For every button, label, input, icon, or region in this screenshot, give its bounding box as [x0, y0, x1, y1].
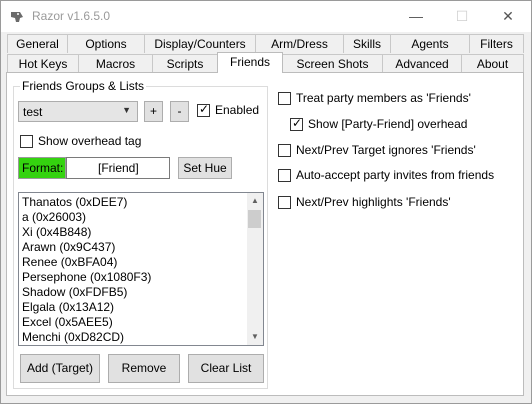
tab-friends[interactable]: Friends: [217, 52, 283, 73]
scroll-down-icon[interactable]: ▼: [247, 329, 263, 345]
list-item[interactable]: Persephone (0x1080F3): [22, 270, 151, 284]
tab-skills[interactable]: Skills: [343, 34, 391, 53]
next-prev-target-label: Next/Prev Target ignores 'Friends': [296, 143, 476, 157]
list-item[interactable]: Excel (0x5AEE5): [22, 315, 113, 329]
close-icon[interactable]: ✕: [485, 1, 531, 32]
tab-screen-shots[interactable]: Screen Shots: [282, 54, 383, 73]
tab-arm-dress[interactable]: Arm/Dress: [255, 34, 344, 53]
remove-friend-button[interactable]: Remove: [108, 354, 180, 383]
remove-group-button[interactable]: -: [170, 101, 189, 122]
treat-party-label: Treat party members as 'Friends': [296, 91, 471, 105]
list-item[interactable]: Renee (0xBFA04): [22, 255, 117, 269]
next-prev-target-checkbox[interactable]: [278, 144, 291, 157]
enabled-checkbox[interactable]: ✓: [197, 102, 210, 117]
tab-hot-keys[interactable]: Hot Keys: [7, 54, 79, 73]
list-item[interactable]: Arawn (0x9C437): [22, 240, 115, 254]
list-item[interactable]: Thanatos (0xDEE7): [22, 195, 127, 209]
show-party-overhead-label: Show [Party-Friend] overhead: [308, 117, 468, 131]
razor-app-icon: [11, 12, 23, 22]
list-item[interactable]: Shadow (0xFDFB5): [22, 285, 127, 299]
maximize-icon[interactable]: ☐: [439, 1, 485, 32]
auto-accept-label: Auto-accept party invites from friends: [296, 168, 495, 182]
clear-list-button[interactable]: Clear List: [188, 354, 264, 383]
tab-general[interactable]: General: [7, 34, 68, 53]
format-label-box: Format:: [18, 157, 66, 179]
friends-groups-title: Friends Groups & Lists: [20, 79, 147, 93]
format-label: Format:: [22, 161, 64, 175]
tab-agents[interactable]: Agents: [390, 34, 470, 53]
show-overhead-label: Show overhead tag: [38, 134, 142, 148]
tab-filters[interactable]: Filters: [469, 34, 524, 53]
minimize-icon[interactable]: —: [393, 1, 439, 32]
auto-accept-checkbox[interactable]: [278, 169, 291, 182]
group-select-value: test: [23, 105, 43, 119]
show-party-overhead-checkbox[interactable]: ✓: [290, 116, 303, 131]
tab-advanced[interactable]: Advanced: [382, 54, 462, 73]
group-select[interactable]: test ▼: [18, 101, 138, 122]
window-title: Razor v1.6.5.0: [32, 9, 111, 23]
scroll-thumb[interactable]: [248, 210, 261, 228]
list-item[interactable]: Elgala (0x13A12): [22, 300, 114, 314]
chevron-down-icon: ▼: [122, 105, 131, 115]
checkmark-icon: ✓: [199, 102, 210, 116]
format-value: [Friend]: [98, 161, 139, 175]
show-overhead-checkbox[interactable]: [20, 135, 33, 148]
friends-list-scrollbar[interactable]: ▲ ▼: [247, 193, 263, 345]
tab-macros[interactable]: Macros: [78, 54, 153, 73]
checkmark-icon: ✓: [292, 116, 303, 130]
enabled-label: Enabled: [215, 103, 260, 117]
list-item[interactable]: Xi (0x4B848): [22, 225, 91, 239]
treat-party-checkbox[interactable]: [278, 92, 291, 105]
tab-options[interactable]: Options: [67, 34, 145, 53]
next-prev-highlights-checkbox[interactable]: [278, 196, 291, 209]
add-group-button[interactable]: +: [144, 101, 163, 122]
tab-display-counters[interactable]: Display/Counters: [144, 34, 256, 53]
add-target-button[interactable]: Add (Target): [20, 354, 100, 383]
title-bar[interactable]: Razor v1.6.5.0 — ☐ ✕: [1, 1, 531, 32]
format-input[interactable]: [Friend]: [66, 157, 170, 179]
list-item[interactable]: Menchi (0xD82CD): [22, 330, 124, 344]
tab-scripts[interactable]: Scripts: [152, 54, 218, 73]
tab-about[interactable]: About: [461, 54, 524, 73]
next-prev-highlights-label: Next/Prev highlights 'Friends': [296, 195, 451, 209]
scroll-up-icon[interactable]: ▲: [247, 193, 263, 209]
list-item[interactable]: a (0x26003): [22, 210, 86, 224]
friends-list[interactable]: Thanatos (0xDEE7) a (0x26003) Xi (0x4B84…: [18, 192, 264, 346]
set-hue-button[interactable]: Set Hue: [178, 157, 232, 179]
